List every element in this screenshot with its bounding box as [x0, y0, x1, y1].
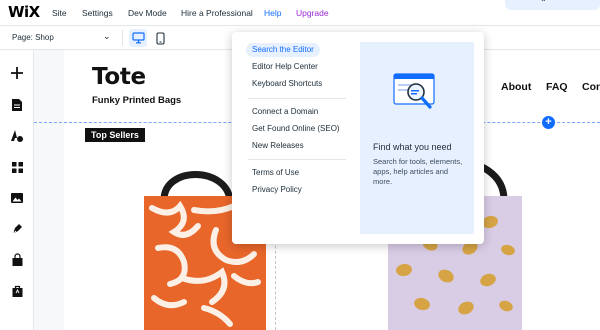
help-privacy-policy[interactable]: Privacy Policy [246, 183, 308, 197]
page-selector[interactable]: Page: Shop [12, 33, 54, 42]
site-tagline[interactable]: Funky Printed Bags [92, 95, 181, 106]
design-button[interactable] [8, 127, 26, 145]
nav-contact[interactable]: Con [582, 81, 600, 93]
menu-help[interactable]: Help [264, 8, 281, 18]
help-new-releases[interactable]: New Releases [246, 139, 310, 153]
add-elements-button[interactable] [8, 64, 26, 82]
apps-icon [11, 161, 23, 173]
design-icon [11, 130, 23, 142]
help-connect-domain[interactable]: Connect a Domain [246, 105, 324, 119]
plus-icon [11, 67, 23, 79]
blog-button[interactable] [8, 220, 26, 238]
help-terms-of-use[interactable]: Terms of Use [246, 166, 305, 180]
menu-divider [248, 159, 346, 160]
chevron-up-icon: ⌃ [540, 0, 547, 7]
image-icon [11, 193, 23, 203]
help-editor-help-center[interactable]: Editor Help Center [246, 60, 324, 74]
menu-dev-mode[interactable]: Dev Mode [128, 8, 167, 18]
top-sellers-badge[interactable]: Top Sellers [85, 128, 145, 142]
wix-logo[interactable]: WiX [8, 3, 40, 21]
panel-description: Search for tools, elements, apps, help a… [373, 157, 463, 186]
pen-icon [12, 224, 22, 235]
help-keyboard-shortcuts[interactable]: Keyboard Shortcuts [246, 77, 328, 91]
mobile-view-button[interactable] [151, 29, 169, 47]
page-icon [12, 99, 22, 111]
site-title[interactable]: Tote [92, 64, 146, 90]
divider [122, 30, 123, 46]
nav-faq[interactable]: FAQ [546, 81, 568, 93]
canvas-gutter [34, 50, 64, 330]
top-bar: WiX Site Settings Dev Mode Hire a Profes… [0, 0, 600, 26]
collapse-tab[interactable]: ⌃ [505, 0, 600, 10]
help-dropdown-menu: Search the Editor Editor Help Center Key… [232, 32, 484, 244]
mobile-icon [155, 31, 165, 45]
media-button[interactable] [8, 189, 26, 207]
left-toolbar [0, 50, 34, 330]
menu-settings[interactable]: Settings [82, 8, 113, 18]
menu-hire-professional[interactable]: Hire a Professional [181, 8, 253, 18]
business-button[interactable] [8, 282, 26, 300]
menu-upgrade[interactable]: Upgrade [296, 8, 329, 18]
panel-title: Find what you need [373, 142, 452, 152]
apps-button[interactable] [8, 158, 26, 176]
pages-button[interactable] [8, 96, 26, 114]
briefcase-icon [12, 285, 22, 297]
store-button[interactable] [8, 251, 26, 269]
nav-about[interactable]: About [501, 81, 531, 93]
add-section-button[interactable]: + [542, 116, 555, 129]
desktop-icon [131, 32, 145, 44]
chevron-down-icon[interactable]: ⌄ [103, 31, 111, 42]
help-search-editor[interactable]: Search the Editor [246, 43, 320, 57]
help-get-found-online[interactable]: Get Found Online (SEO) [246, 122, 346, 136]
shopping-bag-icon [12, 253, 22, 266]
menu-divider [248, 98, 346, 99]
desktop-view-button[interactable] [129, 29, 147, 47]
search-illustration-icon [393, 73, 435, 109]
menu-site[interactable]: Site [52, 8, 67, 18]
help-info-panel: Find what you need Search for tools, ele… [360, 42, 474, 234]
